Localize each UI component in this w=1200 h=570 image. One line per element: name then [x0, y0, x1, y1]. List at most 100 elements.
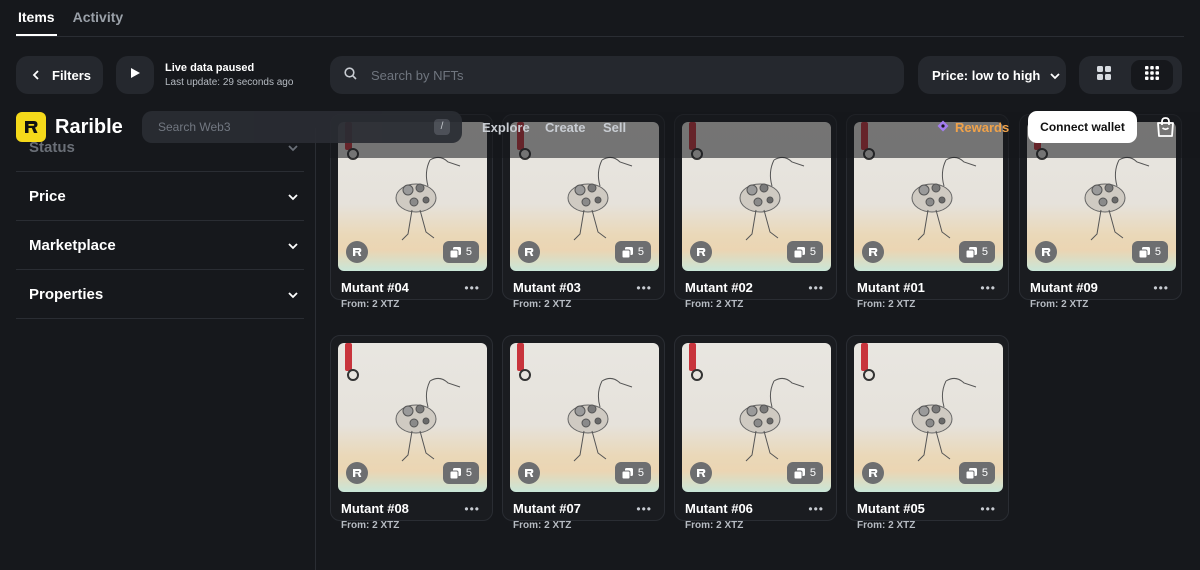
chevron-down-icon	[1050, 68, 1060, 83]
ring-decoration	[691, 369, 703, 381]
item-image[interactable]: 5	[510, 343, 659, 492]
item-card[interactable]: 5 Mutant #05 From: 2 XTZ •••	[846, 335, 1009, 531]
search-web3-input[interactable]: Search Web3 /	[142, 111, 462, 143]
item-price: From: 2 XTZ	[513, 520, 572, 531]
rarible-badge	[690, 241, 712, 263]
ring-decoration	[863, 369, 875, 381]
tab-activity[interactable]: Activity	[73, 0, 124, 36]
facet-marketplace[interactable]: Marketplace	[16, 221, 304, 270]
rewards-link[interactable]: Rewards	[937, 120, 1009, 135]
search-web3-placeholder: Search Web3	[158, 120, 231, 134]
view-toggle	[1079, 56, 1182, 94]
grid-large-icon	[1097, 65, 1111, 85]
search-shortcut-key: /	[434, 119, 450, 135]
item-title[interactable]: Mutant #08	[341, 501, 409, 516]
rarible-badge	[862, 241, 884, 263]
item-title[interactable]: Mutant #06	[685, 501, 753, 516]
facet-price[interactable]: Price	[16, 172, 304, 221]
edition-count-badge: 5	[958, 462, 995, 484]
search-nfts-placeholder: Search by NFTs	[371, 67, 464, 83]
item-price: From: 2 XTZ	[1030, 299, 1089, 310]
rarible-icon	[1042, 248, 1051, 256]
nav-sell[interactable]: Sell	[603, 120, 626, 135]
more-options-icon[interactable]: •••	[980, 281, 996, 295]
edition-count: 5	[981, 467, 988, 479]
chevron-left-icon	[32, 68, 40, 83]
cart-button[interactable]	[1156, 117, 1175, 142]
mutant-illustration	[911, 377, 977, 462]
more-options-icon[interactable]: •••	[636, 281, 652, 295]
item-image[interactable]: 5	[338, 343, 487, 492]
mutant-illustration	[739, 377, 805, 462]
item-card[interactable]: 5 Mutant #08 From: 2 XTZ •••	[330, 335, 493, 531]
search-nfts-input[interactable]: Search by NFTs	[330, 56, 904, 94]
facet-price-label: Price	[29, 187, 66, 205]
nav-explore[interactable]: Explore	[482, 120, 530, 135]
item-title[interactable]: Mutant #01	[857, 280, 925, 295]
item-title[interactable]: Mutant #07	[513, 501, 581, 516]
rarible-badge	[346, 462, 368, 484]
facet-properties[interactable]: Properties	[16, 270, 304, 319]
edition-count: 5	[637, 467, 644, 479]
red-tag-decoration	[345, 343, 352, 371]
item-title[interactable]: Mutant #09	[1030, 280, 1098, 295]
item-image[interactable]: 5	[854, 343, 1003, 492]
copies-icon	[621, 467, 633, 479]
edition-count: 5	[809, 467, 816, 479]
search-icon	[344, 67, 357, 83]
item-title[interactable]: Mutant #05	[857, 501, 925, 516]
play-icon	[129, 66, 141, 84]
more-options-icon[interactable]: •••	[464, 281, 480, 295]
tab-items[interactable]: Items	[16, 0, 57, 36]
rarible-icon	[697, 469, 706, 477]
more-options-icon[interactable]: •••	[808, 281, 824, 295]
edition-count-badge: 5	[786, 241, 823, 263]
more-options-icon[interactable]: •••	[1153, 281, 1169, 295]
large-grid-view-button[interactable]	[1083, 60, 1125, 90]
item-card[interactable]: 5 Mutant #06 From: 2 XTZ •••	[674, 335, 837, 531]
edition-count: 5	[465, 467, 472, 479]
edition-count-badge: 5	[442, 462, 479, 484]
sort-dropdown[interactable]: Price: low to high	[918, 56, 1066, 94]
copies-icon	[965, 467, 977, 479]
play-button[interactable]	[116, 56, 154, 94]
edition-count-badge: 5	[614, 241, 651, 263]
edition-count: 5	[465, 246, 472, 258]
connect-wallet-button[interactable]: Connect wallet	[1028, 111, 1137, 143]
small-grid-view-button[interactable]	[1131, 60, 1173, 90]
more-options-icon[interactable]: •••	[980, 502, 996, 516]
mutant-illustration	[567, 377, 633, 462]
edition-count: 5	[809, 246, 816, 258]
copies-icon	[965, 246, 977, 258]
red-tag-decoration	[861, 343, 868, 371]
live-status-subtitle: Last update: 29 seconds ago	[165, 77, 294, 88]
item-card[interactable]: 5 Mutant #07 From: 2 XTZ •••	[502, 335, 665, 531]
more-options-icon[interactable]: •••	[464, 502, 480, 516]
filter-sidebar: Status Price Marketplace Properties	[16, 128, 316, 570]
rarible-badge	[518, 462, 540, 484]
filters-button[interactable]: Filters	[16, 56, 103, 94]
rarible-logo[interactable]	[16, 112, 46, 142]
more-options-icon[interactable]: •••	[636, 502, 652, 516]
item-image[interactable]: 5	[682, 343, 831, 492]
nav-create[interactable]: Create	[545, 120, 585, 135]
item-title[interactable]: Mutant #04	[341, 280, 409, 295]
item-price: From: 2 XTZ	[513, 299, 572, 310]
rarible-icon	[525, 469, 534, 477]
edition-count-badge: 5	[958, 241, 995, 263]
rarible-badge	[518, 241, 540, 263]
tab-bar: Items Activity	[16, 0, 1184, 37]
more-options-icon[interactable]: •••	[808, 502, 824, 516]
item-title[interactable]: Mutant #02	[685, 280, 753, 295]
copies-icon	[449, 467, 461, 479]
sort-label: Price: low to high	[932, 67, 1041, 83]
red-tag-decoration	[689, 343, 696, 371]
chevron-down-icon	[288, 237, 298, 254]
rarible-icon	[697, 248, 706, 256]
edition-count-badge: 5	[442, 241, 479, 263]
edition-count-badge: 5	[786, 462, 823, 484]
item-title[interactable]: Mutant #03	[513, 280, 581, 295]
brand-name[interactable]: Rarible	[55, 116, 123, 139]
copies-icon	[621, 246, 633, 258]
copies-icon	[793, 467, 805, 479]
